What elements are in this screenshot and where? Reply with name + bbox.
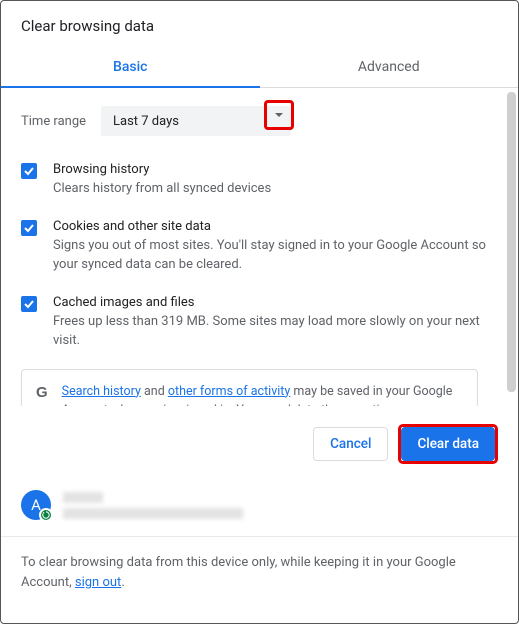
option-body: Browsing history Clears history from all… [53, 162, 490, 199]
highlight-dropdown [264, 100, 294, 130]
check-icon [23, 298, 35, 310]
option-desc: Frees up less than 319 MB. Some sites ma… [53, 312, 490, 351]
checkbox-cache[interactable] [21, 296, 37, 312]
footer-note: To clear browsing data from this device … [1, 537, 518, 593]
clear-data-button[interactable]: Clear data [401, 427, 495, 461]
button-row: Cancel Clear data [1, 406, 518, 482]
account-row: A [1, 482, 518, 537]
option-cache: Cached images and files Frees up less th… [21, 285, 490, 361]
cancel-button[interactable]: Cancel [313, 427, 388, 461]
option-desc: Signs you out of most sites. You'll stay… [53, 236, 490, 275]
option-body: Cached images and files Frees up less th… [53, 295, 490, 351]
scroll-area: Time range Last 7 days Browsing history … [1, 88, 518, 406]
dialog-title: Clear browsing data [1, 1, 518, 49]
tab-advanced[interactable]: Advanced [260, 49, 519, 87]
sync-badge-icon [39, 508, 53, 522]
check-icon [23, 222, 35, 234]
google-activity-notice: G Search history and other forms of acti… [21, 369, 478, 407]
scrollbar[interactable] [507, 92, 516, 392]
tab-basic[interactable]: Basic [1, 49, 260, 87]
other-activity-link[interactable]: other forms of activity [168, 384, 290, 399]
time-range-select[interactable]: Last 7 days [101, 106, 291, 136]
account-email-redacted [63, 508, 243, 519]
check-icon [23, 165, 35, 177]
avatar-wrap: A [21, 490, 51, 520]
option-title: Cached images and files [53, 295, 490, 310]
options-list: Browsing history Clears history from all… [21, 152, 510, 406]
google-logo-icon: G [36, 384, 48, 402]
option-desc: Clears history from all synced devices [53, 179, 490, 199]
highlight-clear-button: Clear data [398, 424, 498, 464]
option-body: Cookies and other site data Signs you ou… [53, 219, 490, 275]
option-browsing-history: Browsing history Clears history from all… [21, 152, 490, 209]
search-history-link[interactable]: Search history [62, 384, 141, 399]
option-title: Cookies and other site data [53, 219, 490, 234]
option-cookies: Cookies and other site data Signs you ou… [21, 209, 490, 285]
footer-post: . [121, 575, 124, 590]
sign-out-link[interactable]: sign out [75, 575, 121, 590]
option-title: Browsing history [53, 162, 490, 177]
time-range-value: Last 7 days [113, 114, 179, 129]
clear-browsing-data-dialog: Clear browsing data Basic Advanced Time … [1, 1, 518, 623]
tabs: Basic Advanced [1, 49, 518, 88]
checkbox-cookies[interactable] [21, 220, 37, 236]
checkbox-browsing-history[interactable] [21, 163, 37, 179]
chevron-down-icon [274, 110, 284, 120]
notice-text: Search history and other forms of activi… [62, 382, 463, 407]
account-text [63, 492, 498, 519]
account-name-redacted [63, 492, 103, 503]
time-range-row: Time range Last 7 days [21, 88, 510, 152]
notice-mid: and [141, 384, 168, 399]
time-range-label: Time range [21, 114, 101, 129]
